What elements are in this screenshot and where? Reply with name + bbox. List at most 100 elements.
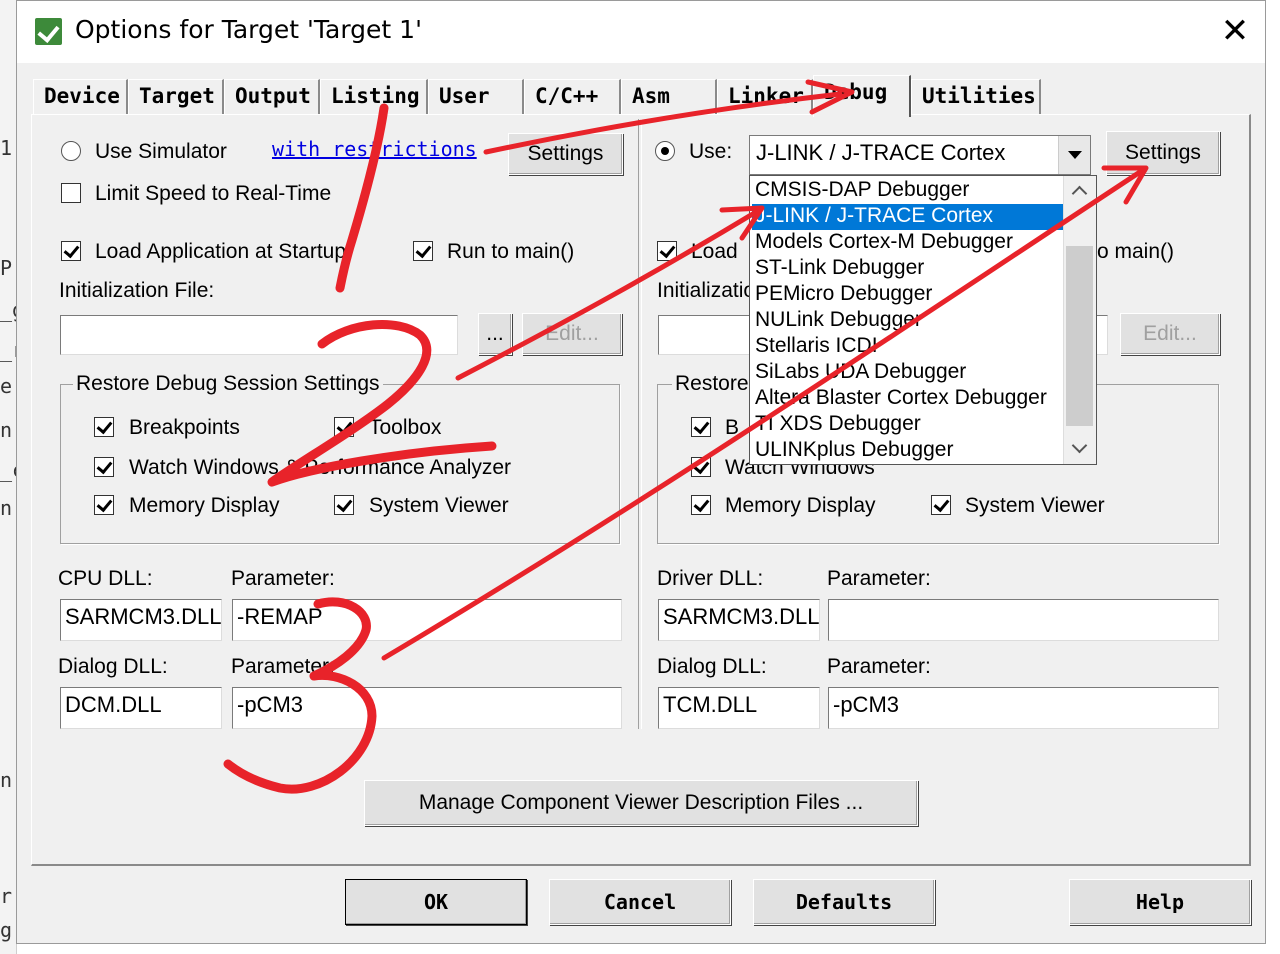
dropdown-item-altera[interactable]: Altera Blaster Cortex Debugger bbox=[752, 386, 1065, 412]
scrollbar-thumb[interactable] bbox=[1066, 246, 1093, 426]
breakpoints-checkbox[interactable] bbox=[94, 417, 114, 437]
dialog-dll-input[interactable]: DCM.DLL bbox=[60, 687, 222, 729]
dialog-dll-label: Dialog DLL: bbox=[58, 655, 168, 678]
panel-divider bbox=[638, 119, 642, 729]
title-bar[interactable]: Options for Target 'Target 1' ✕ bbox=[17, 1, 1265, 63]
browse-init-file-button[interactable]: ... bbox=[478, 313, 512, 355]
options-dialog: Options for Target 'Target 1' ✕ Device T… bbox=[16, 0, 1266, 944]
init-file-label: Initialization File: bbox=[59, 279, 215, 302]
background-text: n bbox=[0, 496, 13, 520]
dropdown-item-nulink[interactable]: NULink Debugger bbox=[752, 308, 1065, 334]
dropdown-item-st-link[interactable]: ST-Link Debugger bbox=[752, 256, 1065, 282]
background-text: P bbox=[0, 256, 13, 280]
dropdown-item-pemicro[interactable]: PEMicro Debugger bbox=[752, 282, 1065, 308]
toolbox-label: Toolbox bbox=[369, 416, 442, 439]
ok-button[interactable]: OK bbox=[345, 879, 527, 925]
use-debugger-label: Use: bbox=[689, 140, 733, 163]
watch-windows-label: Watch Windows & Performance Analyzer bbox=[129, 456, 512, 479]
tab-debug[interactable]: Debug bbox=[813, 75, 911, 117]
right-dialog-param-label: Parameter: bbox=[827, 655, 931, 678]
cpu-param-label: Parameter: bbox=[231, 567, 335, 590]
system-viewer-label: System Viewer bbox=[369, 494, 509, 517]
dropdown-scrollbar[interactable] bbox=[1063, 176, 1096, 464]
tab-target[interactable]: Target bbox=[128, 79, 224, 115]
edit-init-file-button[interactable]: Edit... bbox=[522, 313, 622, 355]
cpu-param-input[interactable]: -REMAP bbox=[232, 599, 622, 641]
background-text: g bbox=[0, 918, 13, 942]
right-dialog-dll-label: Dialog DLL: bbox=[657, 655, 767, 678]
cpu-dll-input[interactable]: SARMCM3.DLL bbox=[60, 599, 222, 641]
limit-speed-checkbox[interactable] bbox=[61, 183, 81, 203]
dropdown-item-stellaris[interactable]: Stellaris ICDI bbox=[752, 334, 1065, 360]
right-memory-display-checkbox[interactable] bbox=[691, 495, 711, 515]
run-to-main-label: Run to main() bbox=[447, 240, 575, 263]
dropdown-item-ulinkplus[interactable]: ULINKplus Debugger bbox=[752, 438, 1065, 464]
dialog-param-label: Parameter: bbox=[231, 655, 335, 678]
tab-listing[interactable]: Listing bbox=[320, 79, 428, 115]
scroll-up-icon[interactable] bbox=[1064, 176, 1096, 206]
right-restore-session-title: Restore bbox=[672, 372, 752, 396]
right-dialog-dll-input[interactable]: TCM.DLL bbox=[658, 687, 820, 729]
use-simulator-radio[interactable] bbox=[61, 141, 81, 161]
cpu-dll-label: CPU DLL: bbox=[58, 567, 153, 590]
background-text: n bbox=[0, 768, 13, 792]
tab-user[interactable]: User bbox=[428, 79, 524, 115]
driver-dll-label: Driver DLL: bbox=[657, 567, 764, 590]
background-text: r bbox=[0, 884, 13, 908]
toolbox-checkbox[interactable] bbox=[334, 417, 354, 437]
right-load-app-label: Load bbox=[691, 240, 738, 263]
use-debugger-radio[interactable] bbox=[655, 141, 675, 161]
breakpoints-label: Breakpoints bbox=[129, 416, 240, 439]
load-app-label: Load Application at Startup bbox=[95, 240, 347, 263]
load-app-checkbox[interactable] bbox=[61, 241, 81, 261]
driver-dll-input[interactable]: SARMCM3.DLL bbox=[658, 599, 820, 641]
right-edit-init-file-button[interactable]: Edit... bbox=[1120, 313, 1220, 355]
watch-windows-checkbox[interactable] bbox=[94, 457, 114, 477]
background-text: n bbox=[0, 418, 13, 442]
tab-utilities[interactable]: Utilities bbox=[911, 79, 1041, 115]
dialog-param-input[interactable]: -pCM3 bbox=[232, 687, 622, 729]
tab-device[interactable]: Device bbox=[33, 79, 128, 115]
scroll-down-icon[interactable] bbox=[1064, 434, 1096, 464]
background-text: 1 bbox=[0, 136, 13, 160]
memory-display-checkbox[interactable] bbox=[94, 495, 114, 515]
tab-asm[interactable]: Asm bbox=[621, 79, 717, 115]
tab-c-cpp[interactable]: C/C++ bbox=[524, 79, 621, 115]
debugger-settings-button[interactable]: Settings bbox=[1106, 131, 1220, 175]
limit-speed-label: Limit Speed to Real-Time bbox=[95, 182, 332, 205]
right-init-file-label: Initializatio bbox=[657, 279, 756, 302]
chevron-down-icon[interactable] bbox=[1058, 136, 1090, 174]
debugger-select[interactable]: J-LINK / J-TRACE Cortex bbox=[749, 135, 1091, 175]
init-file-input[interactable] bbox=[60, 315, 458, 355]
driver-param-label: Parameter: bbox=[827, 567, 931, 590]
with-restrictions-link[interactable]: with restrictions bbox=[272, 137, 477, 161]
defaults-button[interactable]: Defaults bbox=[753, 879, 935, 925]
run-to-main-checkbox[interactable] bbox=[413, 241, 433, 261]
right-watch-windows-checkbox[interactable] bbox=[691, 457, 711, 477]
right-breakpoints-checkbox[interactable] bbox=[691, 417, 711, 437]
right-system-viewer-label: System Viewer bbox=[965, 494, 1105, 517]
right-dialog-param-input[interactable]: -pCM3 bbox=[828, 687, 1219, 729]
debugger-dropdown-list[interactable]: CMSIS-DAP Debugger J-LINK / J-TRACE Cort… bbox=[749, 175, 1097, 465]
close-button[interactable]: ✕ bbox=[1215, 11, 1255, 51]
dropdown-item-silabs[interactable]: SiLabs UDA Debugger bbox=[752, 360, 1065, 386]
dropdown-item-models-cortex-m[interactable]: Models Cortex-M Debugger bbox=[752, 230, 1065, 256]
help-button[interactable]: Help bbox=[1069, 879, 1251, 925]
keil-app-icon bbox=[35, 18, 62, 45]
manage-component-viewer-button[interactable]: Manage Component Viewer Description File… bbox=[364, 780, 918, 826]
simulator-settings-button[interactable]: Settings bbox=[508, 133, 623, 175]
cancel-button[interactable]: Cancel bbox=[549, 879, 731, 925]
right-memory-display-label: Memory Display bbox=[725, 494, 876, 517]
tab-output[interactable]: Output bbox=[224, 79, 320, 115]
tab-linker[interactable]: Linker bbox=[717, 79, 813, 115]
right-run-to-main-label: o main() bbox=[1097, 240, 1175, 263]
debugger-select-value: J-LINK / J-TRACE Cortex bbox=[756, 140, 1006, 165]
right-system-viewer-checkbox[interactable] bbox=[931, 495, 951, 515]
dropdown-item-jlink[interactable]: J-LINK / J-TRACE Cortex bbox=[752, 204, 1065, 230]
system-viewer-checkbox[interactable] bbox=[334, 495, 354, 515]
dropdown-item-ti-xds[interactable]: TI XDS Debugger bbox=[752, 412, 1065, 438]
restore-session-title: Restore Debug Session Settings bbox=[73, 372, 383, 396]
right-load-app-checkbox[interactable] bbox=[657, 241, 677, 261]
dropdown-item-cmsis-dap[interactable]: CMSIS-DAP Debugger bbox=[752, 178, 1065, 204]
driver-param-input[interactable] bbox=[828, 599, 1219, 641]
